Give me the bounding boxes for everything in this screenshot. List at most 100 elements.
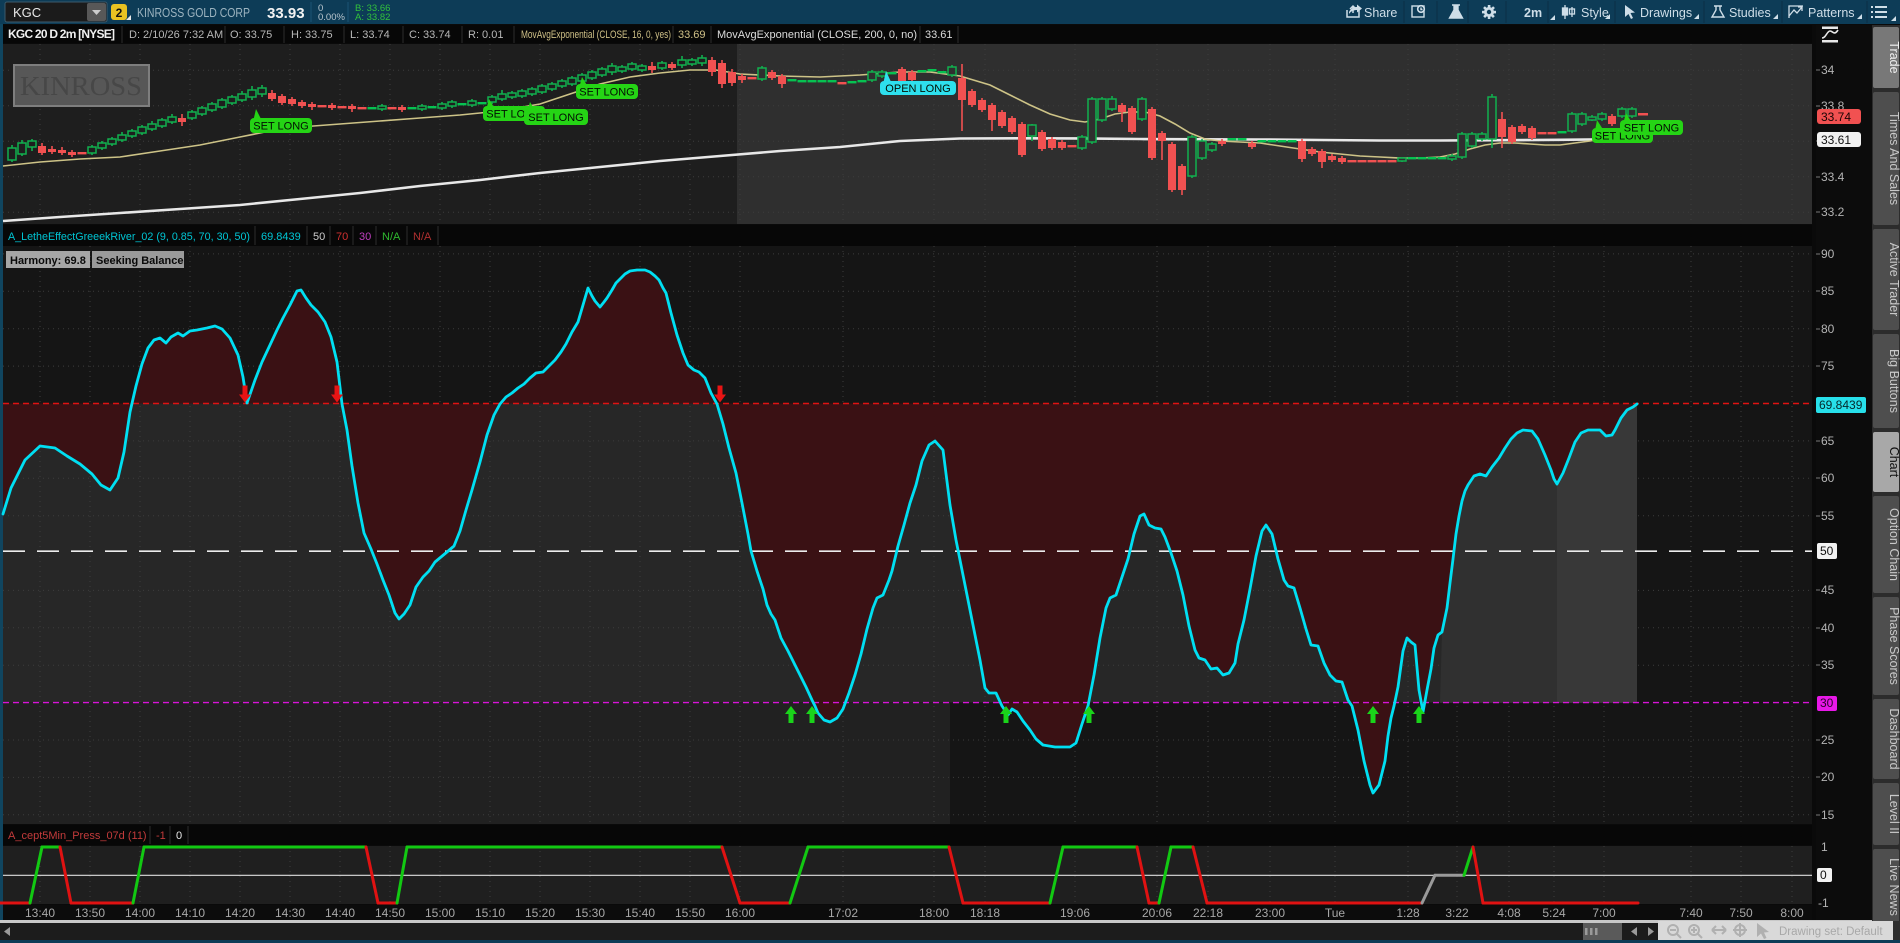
- svg-text:5:24: 5:24: [1542, 906, 1566, 920]
- svg-text:KGC: KGC: [13, 5, 41, 20]
- svg-text:33.69: 33.69: [678, 29, 706, 41]
- svg-text:Style: Style: [1581, 6, 1609, 20]
- svg-text:75: 75: [1821, 359, 1835, 373]
- svg-text:18:18: 18:18: [970, 906, 1000, 920]
- svg-text:A_cept5Min_Press_07d (11): A_cept5Min_Press_07d (11): [8, 830, 147, 842]
- svg-text:1: 1: [1821, 840, 1828, 854]
- svg-text:19:06: 19:06: [1060, 906, 1090, 920]
- svg-text:85: 85: [1821, 284, 1835, 298]
- svg-text:D: 2/10/26 7:32 AM: D: 2/10/26 7:32 AM: [129, 29, 223, 41]
- svg-text:33.4: 33.4: [1821, 170, 1845, 184]
- svg-text:69.8439: 69.8439: [1819, 398, 1863, 412]
- svg-text:15:20: 15:20: [525, 906, 555, 920]
- svg-text:SET LONG: SET LONG: [528, 112, 583, 124]
- svg-text:KGC 20 D 2m [NYSE]: KGC 20 D 2m [NYSE]: [8, 27, 115, 41]
- svg-text:L: 33.74: L: 33.74: [350, 29, 390, 41]
- svg-text:15:00: 15:00: [425, 906, 455, 920]
- svg-text:20: 20: [1821, 770, 1835, 784]
- svg-text:80: 80: [1821, 322, 1835, 336]
- svg-text:14:50: 14:50: [375, 906, 405, 920]
- svg-text:15:30: 15:30: [575, 906, 605, 920]
- svg-text:O: 33.75: O: 33.75: [230, 29, 272, 41]
- svg-text:20:06: 20:06: [1142, 906, 1172, 920]
- svg-text:2: 2: [116, 6, 123, 20]
- svg-text:A_LetheEffectGreeekRiver_02 (9: A_LetheEffectGreeekRiver_02 (9, 0.85, 70…: [8, 231, 250, 243]
- svg-text:22:18: 22:18: [1193, 906, 1223, 920]
- svg-text:8:00: 8:00: [1780, 906, 1804, 920]
- svg-text:0: 0: [1820, 868, 1827, 882]
- svg-text:30: 30: [359, 231, 371, 243]
- svg-text:23:00: 23:00: [1255, 906, 1285, 920]
- svg-text:14:30: 14:30: [275, 906, 305, 920]
- svg-text:Live News: Live News: [1887, 858, 1900, 916]
- svg-text:15: 15: [1821, 808, 1835, 822]
- svg-text:14:10: 14:10: [175, 906, 205, 920]
- svg-text:15:10: 15:10: [475, 906, 505, 920]
- svg-text:45: 45: [1821, 583, 1835, 597]
- svg-text:65: 65: [1821, 434, 1835, 448]
- svg-text:7:50: 7:50: [1729, 906, 1753, 920]
- svg-text:4:08: 4:08: [1497, 906, 1521, 920]
- svg-text:0: 0: [176, 830, 182, 842]
- svg-text:Trade: Trade: [1887, 41, 1900, 73]
- svg-text:14:40: 14:40: [325, 906, 355, 920]
- svg-text:KINROSS: KINROSS: [20, 71, 142, 101]
- svg-text:3:22: 3:22: [1445, 906, 1469, 920]
- svg-text:H: 33.75: H: 33.75: [291, 29, 333, 41]
- svg-text:50: 50: [1820, 544, 1834, 558]
- svg-text:N/A: N/A: [413, 231, 432, 243]
- svg-text:50: 50: [313, 231, 325, 243]
- svg-text:Chart: Chart: [1887, 447, 1900, 478]
- svg-text:Level II: Level II: [1887, 794, 1900, 834]
- svg-text:15:50: 15:50: [675, 906, 705, 920]
- svg-text:17:02: 17:02: [828, 906, 858, 920]
- svg-text:55: 55: [1821, 509, 1835, 523]
- svg-text:KINROSS GOLD CORP: KINROSS GOLD CORP: [137, 6, 250, 20]
- svg-text:30: 30: [1820, 696, 1834, 710]
- svg-text:34: 34: [1821, 63, 1835, 77]
- svg-text:33.2: 33.2: [1821, 205, 1845, 219]
- svg-text:15:40: 15:40: [625, 906, 655, 920]
- svg-text:Share: Share: [1364, 6, 1397, 20]
- svg-text:40: 40: [1821, 621, 1835, 635]
- svg-text:SET LONG: SET LONG: [1624, 123, 1679, 135]
- svg-text:Drawing set: Default: Drawing set: Default: [1779, 926, 1883, 938]
- svg-text:33.61: 33.61: [925, 29, 953, 41]
- svg-text:Dashboard: Dashboard: [1887, 708, 1900, 769]
- svg-text:0.00%: 0.00%: [318, 12, 345, 23]
- svg-text:18:00: 18:00: [919, 906, 949, 920]
- svg-text:-1: -1: [156, 830, 166, 842]
- svg-text:MovAvgExponential (CLOSE, 16,: MovAvgExponential (CLOSE, 16, 0, yes): [521, 29, 671, 41]
- svg-text:Active Trader: Active Trader: [1887, 243, 1900, 317]
- svg-text:33.93: 33.93: [267, 5, 305, 22]
- svg-text:13:40: 13:40: [25, 906, 55, 920]
- svg-text:Harmony: 69.8: Harmony: 69.8: [10, 255, 86, 267]
- svg-text:16:00: 16:00: [725, 906, 755, 920]
- svg-text:Tue: Tue: [1325, 906, 1346, 920]
- svg-text:SET LONG: SET LONG: [253, 121, 308, 133]
- svg-text:C: 33.74: C: 33.74: [409, 29, 451, 41]
- svg-text:35: 35: [1821, 658, 1835, 672]
- svg-text:Big Buttons: Big Buttons: [1887, 349, 1900, 413]
- svg-text:-1: -1: [1818, 896, 1829, 910]
- svg-text:69.8439: 69.8439: [261, 231, 301, 243]
- svg-text:Seeking Balance: Seeking Balance: [96, 255, 183, 267]
- svg-text:14:00: 14:00: [125, 906, 155, 920]
- svg-text:A: 33.82: A: 33.82: [355, 12, 390, 23]
- svg-text:R: 0.01: R: 0.01: [468, 29, 503, 41]
- svg-text:1:28: 1:28: [1396, 906, 1420, 920]
- svg-text:13:50: 13:50: [75, 906, 105, 920]
- svg-text:Phase Scores: Phase Scores: [1887, 607, 1900, 685]
- svg-text:25: 25: [1821, 733, 1835, 747]
- svg-text:MovAvgExponential (CLOSE, 200,: MovAvgExponential (CLOSE, 200, 0, no): [717, 29, 917, 41]
- svg-text:70: 70: [336, 231, 348, 243]
- svg-text:90: 90: [1821, 247, 1835, 261]
- svg-text:N/A: N/A: [382, 231, 401, 243]
- svg-text:OPEN LONG: OPEN LONG: [885, 83, 950, 95]
- svg-text:14:20: 14:20: [225, 906, 255, 920]
- svg-text:33.61: 33.61: [1821, 133, 1851, 147]
- svg-text:60: 60: [1821, 471, 1835, 485]
- svg-text:33.74: 33.74: [1821, 110, 1851, 124]
- svg-text:7:40: 7:40: [1679, 906, 1703, 920]
- svg-text:7:00: 7:00: [1592, 906, 1616, 920]
